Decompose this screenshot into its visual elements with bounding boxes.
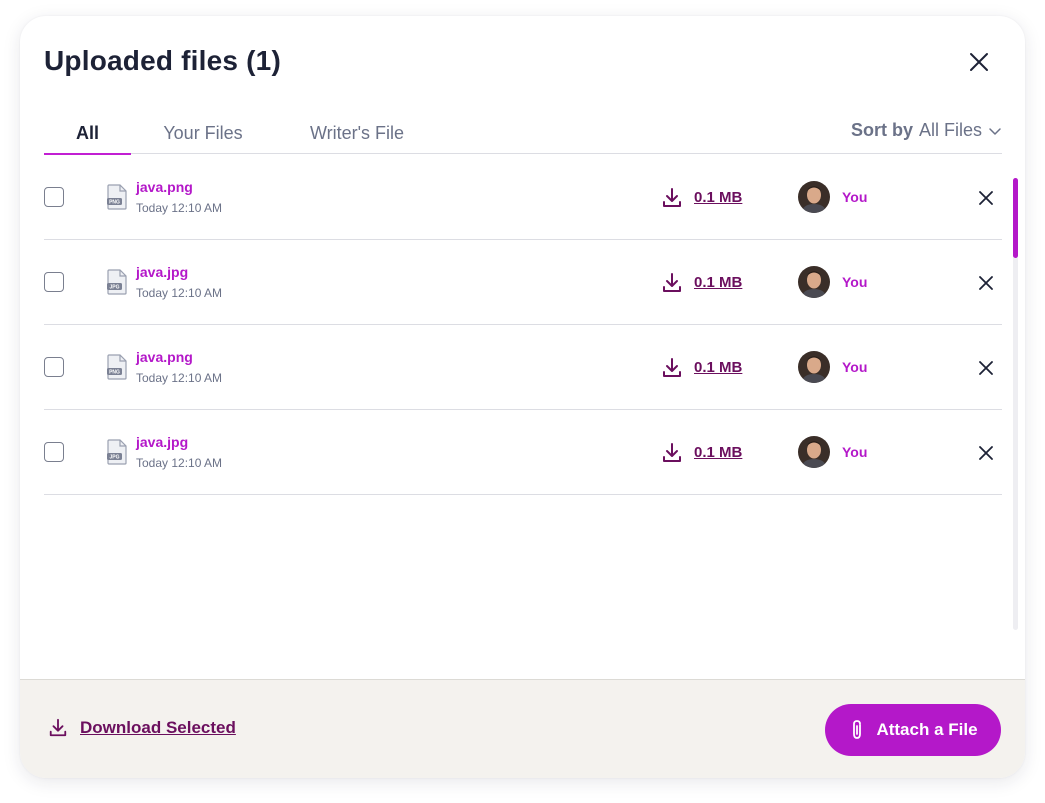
uploaded-files-modal: Uploaded files (1) All Your Files Writer… <box>20 16 1025 778</box>
sort-value: All Files <box>918 120 982 140</box>
attach-file-label: Attach a File <box>876 720 978 739</box>
close-icon <box>979 361 993 375</box>
file-row: JPG java.jpg Today 12:10 AM 0.1 MB You <box>44 410 1002 495</box>
download-icon[interactable] <box>661 187 683 209</box>
file-size-link[interactable]: 0.1 MB <box>694 444 742 461</box>
file-checkbox[interactable] <box>44 272 64 292</box>
scrollbar-thumb[interactable] <box>1013 178 1018 258</box>
attach-file-button[interactable]: Attach a File <box>825 704 1001 756</box>
avatar <box>798 351 830 383</box>
tab-writers-file[interactable]: Writer's File <box>307 120 407 154</box>
file-tabs: All Your Files Writer's File Sort by All… <box>44 120 1002 155</box>
file-image-icon: JPG <box>107 439 127 465</box>
file-date: Today 12:10 AM <box>136 201 223 215</box>
close-icon <box>979 276 993 290</box>
file-date: Today 12:10 AM <box>136 371 223 385</box>
file-checkbox[interactable] <box>44 357 64 377</box>
close-icon <box>979 446 993 460</box>
file-row: JPG java.jpg Today 12:10 AM 0.1 MB You <box>44 240 1002 325</box>
file-name-link[interactable]: java.png <box>136 179 193 195</box>
file-image-icon: JPG <box>107 269 127 295</box>
file-size-link[interactable]: 0.1 MB <box>694 274 742 291</box>
sort-label: Sort by <box>850 120 913 140</box>
sort-dropdown[interactable]: Sort by All Files <box>851 120 1002 141</box>
remove-file-button[interactable] <box>976 273 996 293</box>
file-list: PNG java.png Today 12:10 AM 0.1 MB You J… <box>44 155 1002 495</box>
file-owner: You <box>842 359 868 375</box>
modal-footer: Download Selected Attach a File <box>20 679 1025 778</box>
tab-all[interactable]: All <box>44 120 131 155</box>
download-icon[interactable] <box>661 357 683 379</box>
close-modal-button[interactable] <box>965 48 993 76</box>
svg-text:PNG: PNG <box>109 200 120 206</box>
svg-text:PNG: PNG <box>109 370 120 376</box>
remove-file-button[interactable] <box>976 188 996 208</box>
file-name-link[interactable]: java.jpg <box>136 264 188 280</box>
download-selected-label: Download Selected <box>80 718 236 737</box>
paperclip-icon <box>853 720 862 739</box>
avatar <box>798 266 830 298</box>
close-icon <box>970 53 988 71</box>
file-row: PNG java.png Today 12:10 AM 0.1 MB You <box>44 325 1002 410</box>
file-owner: You <box>842 189 868 205</box>
file-checkbox[interactable] <box>44 187 64 207</box>
file-name-link[interactable]: java.jpg <box>136 434 188 450</box>
tab-your-files[interactable]: Your Files <box>163 120 243 154</box>
file-size-link[interactable]: 0.1 MB <box>694 359 742 376</box>
download-selected-button[interactable]: Download Selected <box>48 718 236 738</box>
avatar <box>798 436 830 468</box>
close-icon <box>979 191 993 205</box>
modal-title: Uploaded files (1) <box>44 45 281 76</box>
download-icon <box>49 718 67 737</box>
file-size-link[interactable]: 0.1 MB <box>694 189 742 206</box>
download-icon[interactable] <box>661 442 683 464</box>
svg-text:JPG: JPG <box>109 455 119 461</box>
remove-file-button[interactable] <box>976 358 996 378</box>
file-date: Today 12:10 AM <box>136 456 223 470</box>
chevron-down-icon <box>989 127 1001 135</box>
avatar <box>798 181 830 213</box>
download-icon[interactable] <box>661 272 683 294</box>
file-checkbox[interactable] <box>44 442 64 462</box>
file-owner: You <box>842 444 868 460</box>
scrollbar[interactable] <box>1013 178 1018 630</box>
file-name-link[interactable]: java.png <box>136 349 193 365</box>
file-owner: You <box>842 274 868 290</box>
file-row: PNG java.png Today 12:10 AM 0.1 MB You <box>44 155 1002 240</box>
file-image-icon: PNG <box>107 354 127 380</box>
file-date: Today 12:10 AM <box>136 286 223 300</box>
file-image-icon: PNG <box>107 184 127 210</box>
remove-file-button[interactable] <box>976 443 996 463</box>
svg-text:JPG: JPG <box>109 285 119 291</box>
